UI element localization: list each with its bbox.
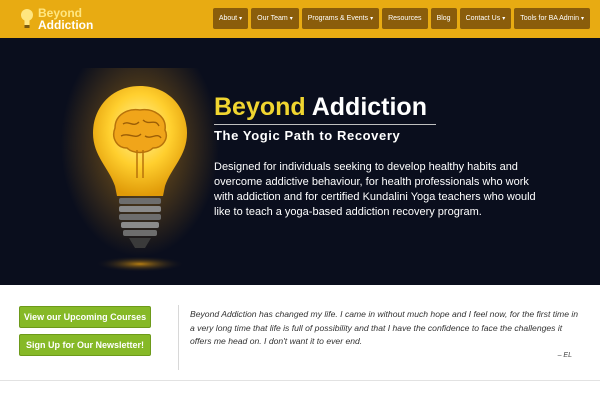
nav-about-label: About (218, 15, 238, 22)
hero-banner: Beyond Addiction The Yogic Path to Recov… (0, 38, 600, 285)
hero-title: Beyond Addiction (214, 93, 427, 122)
testimonial-quote: Beyond Addiction has changed my life. I … (190, 309, 579, 346)
nav-contact-us-label: Contact Us (465, 15, 501, 22)
hero-description: Designed for individuals seeking to deve… (214, 161, 536, 218)
hero-divider (214, 124, 436, 125)
nav-tools-admin-label: Tools for BA Admin (520, 15, 579, 22)
hero-subtitle: The Yogic Path to Recovery (214, 128, 401, 143)
caret-down-icon: ▾ (580, 16, 584, 22)
logo-line2: Addiction (38, 18, 94, 32)
logo-text: Beyond Addiction (38, 7, 93, 31)
newsletter-signup-button[interactable]: Sign Up for Our Newsletter! (19, 334, 151, 356)
nav-contact-us[interactable]: Contact Us ▾ (459, 8, 512, 29)
site-logo[interactable]: Beyond Addiction (20, 5, 93, 33)
main-nav: About ▾ Our Team ▾ Programs & Events ▾ Reso… (212, 8, 590, 29)
hero-title-word1: Beyond (214, 93, 306, 121)
cta-section: View our Upcoming Courses Sign Up for Ou… (0, 285, 600, 400)
section-divider (178, 305, 179, 370)
site-header: Beyond Addiction About ▾ Our Team ▾ Progra… (0, 0, 600, 38)
hero-title-word2: Addiction (311, 93, 427, 121)
nav-our-team-label: Our Team (257, 15, 288, 22)
lightbulb-icon (20, 8, 34, 30)
testimonial-author: – EL (557, 352, 572, 359)
nav-programs-events[interactable]: Programs & Events ▾ (301, 8, 380, 29)
footer-divider (0, 380, 600, 381)
nav-blog[interactable]: Blog (430, 8, 457, 29)
caret-down-icon: ▾ (289, 16, 293, 22)
caret-down-icon: ▾ (370, 16, 374, 22)
view-courses-button[interactable]: View our Upcoming Courses (19, 306, 151, 328)
nav-programs-events-label: Programs & Events (307, 15, 369, 22)
nav-our-team[interactable]: Our Team ▾ (251, 8, 299, 29)
caret-down-icon: ▾ (239, 16, 243, 22)
nav-resources[interactable]: Resources (382, 8, 428, 29)
lightbulb-brain-icon (93, 86, 187, 272)
nav-resources-label: Resources (388, 15, 422, 22)
nav-blog-label: Blog (436, 15, 451, 22)
nav-about[interactable]: About ▾ (212, 8, 249, 29)
nav-tools-admin[interactable]: Tools for BA Admin ▾ (514, 8, 590, 29)
caret-down-icon: ▾ (502, 16, 506, 22)
